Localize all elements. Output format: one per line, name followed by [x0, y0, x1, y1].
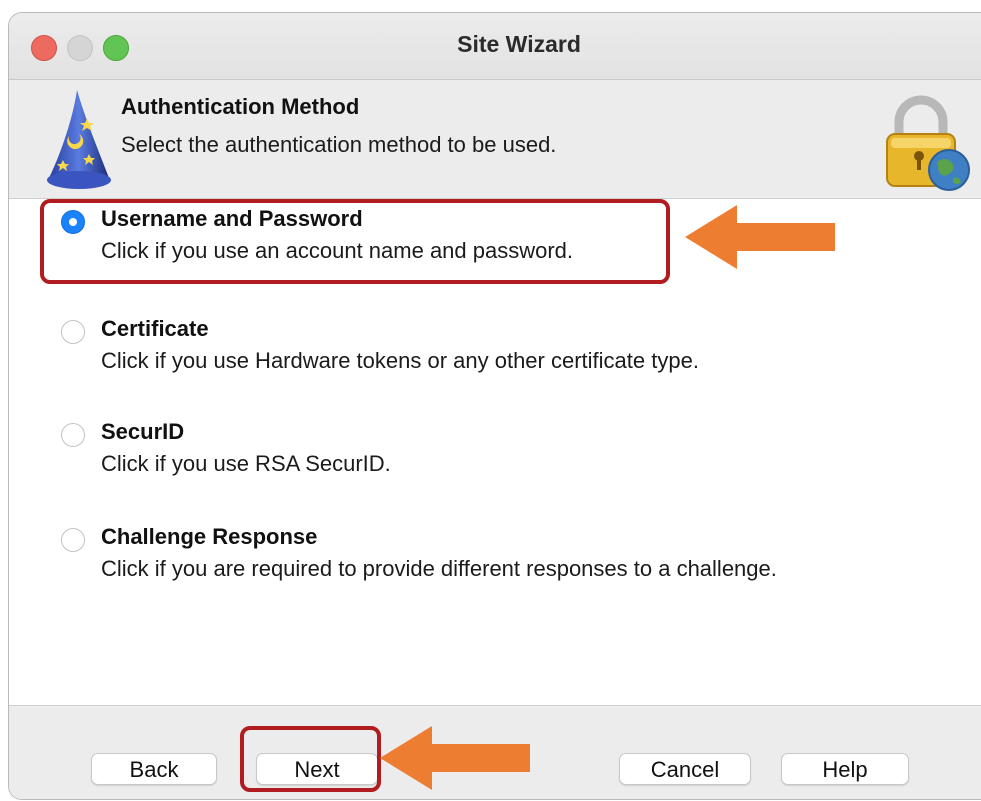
arrow-left-icon — [685, 205, 835, 269]
window-title: Site Wizard — [457, 31, 581, 57]
lock-globe-icon — [886, 95, 970, 191]
option-title: Certificate — [101, 316, 209, 341]
header-subtitle: Select the authentication method to be u… — [121, 132, 557, 157]
back-button[interactable]: Back — [91, 753, 217, 785]
option-description: Click if you are required to provide dif… — [101, 556, 777, 581]
option-title: Challenge Response — [101, 524, 318, 549]
header-title: Authentication Method — [121, 94, 360, 119]
option-description: Click if you use RSA SecurID. — [101, 451, 391, 476]
arrow-left-icon — [380, 726, 530, 790]
cancel-button[interactable]: Cancel — [619, 753, 751, 785]
radio-certificate[interactable] — [61, 320, 85, 344]
option-title: SecurID — [101, 419, 185, 444]
wizard-hat-icon — [47, 90, 111, 189]
option-description: Click if you use Hardware tokens or any … — [101, 348, 699, 373]
highlight-box-next-button — [240, 726, 381, 792]
radio-securid[interactable] — [61, 423, 85, 447]
highlight-box-username-option — [40, 199, 670, 284]
radio-challenge-response[interactable] — [61, 528, 85, 552]
wizard-header: Authentication Method Select the authent… — [9, 80, 981, 199]
site-wizard-window: Site Wizard Authentication Method Select… — [8, 12, 981, 800]
title-bar: Site Wizard — [9, 13, 981, 80]
help-button[interactable]: Help — [781, 753, 909, 785]
